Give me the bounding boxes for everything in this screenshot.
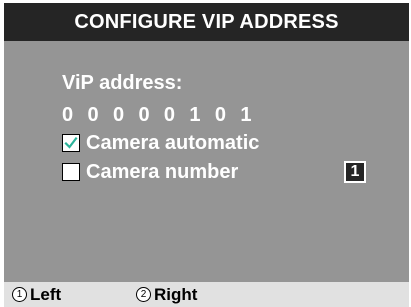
- camera-number-label: Camera number: [86, 161, 239, 183]
- main-panel: ViP address: 0 0 0 0 0 1 0 1 Camera auto…: [4, 41, 409, 282]
- key-2-icon: 2: [136, 287, 151, 302]
- vip-config-screen: CONFIGURE VIP ADDRESS ViP address: 0 0 0…: [0, 0, 411, 307]
- page-title: CONFIGURE VIP ADDRESS: [74, 10, 339, 33]
- camera-automatic-option[interactable]: Camera automatic: [62, 131, 259, 155]
- header-bar: CONFIGURE VIP ADDRESS: [4, 3, 409, 41]
- checkmark-icon: [64, 136, 78, 149]
- soft-key-bar: 1 Left 2 Right: [4, 282, 409, 307]
- soft-key-left-label: Left: [30, 284, 62, 304]
- camera-number-option[interactable]: Camera number: [62, 160, 238, 184]
- camera-number-checkbox[interactable]: [62, 163, 80, 181]
- soft-key-left[interactable]: 1 Left: [12, 282, 61, 307]
- soft-key-right-label: Right: [154, 284, 198, 304]
- vip-address-label: ViP address:: [62, 72, 183, 94]
- key-1-icon: 1: [12, 287, 27, 302]
- camera-number-field[interactable]: 1: [344, 161, 366, 183]
- soft-key-right[interactable]: 2 Right: [136, 282, 197, 307]
- camera-automatic-checkbox[interactable]: [62, 134, 80, 152]
- camera-automatic-label: Camera automatic: [86, 132, 260, 154]
- vip-address-value[interactable]: 0 0 0 0 0 1 0 1: [62, 103, 256, 127]
